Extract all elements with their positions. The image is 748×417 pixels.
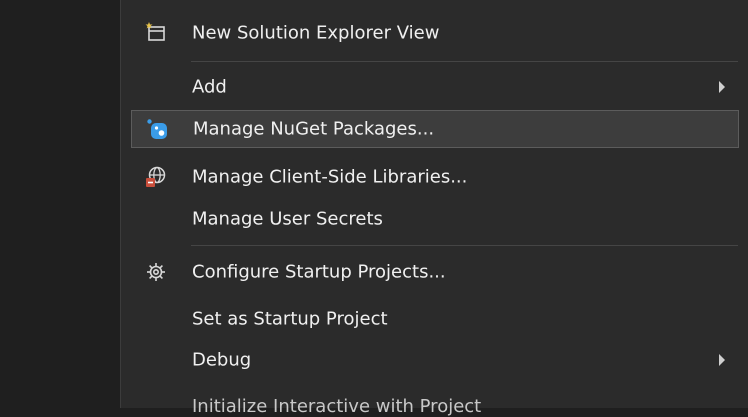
- gear-icon: [147, 263, 165, 281]
- client-libraries-icon: [146, 166, 166, 187]
- menu-item-label: Manage NuGet Packages...: [193, 118, 435, 140]
- menu-item-new-solution-explorer-view[interactable]: New Solution Explorer View: [131, 14, 739, 52]
- submenu-arrow-icon: [719, 354, 725, 366]
- menu-item-manage-user-secrets[interactable]: Manage User Secrets: [131, 200, 739, 238]
- menu-item-debug[interactable]: Debug: [131, 341, 739, 379]
- menu-item-partial[interactable]: Initialize Interactive with Project: [192, 396, 481, 417]
- menu-separator: [191, 245, 738, 246]
- menu-item-label: Configure Startup Projects...: [192, 261, 446, 283]
- menu-item-label: New Solution Explorer View: [192, 22, 440, 44]
- menu-separator: [191, 61, 738, 62]
- menu-item-label: Debug: [192, 349, 252, 371]
- menu-item-label: Manage Client-Side Libraries...: [192, 166, 468, 188]
- menu-item-set-as-startup-project[interactable]: Set as Startup Project: [131, 300, 739, 338]
- new-window-icon: [145, 22, 165, 41]
- menu-item-add[interactable]: Add: [131, 68, 739, 106]
- menu-item-manage-client-side-libraries[interactable]: Manage Client-Side Libraries...: [131, 158, 739, 196]
- context-menu: New Solution Explorer View Add Manage Nu…: [120, 0, 748, 417]
- menu-item-manage-nuget-packages[interactable]: Manage NuGet Packages...: [131, 110, 739, 148]
- menu-item-configure-startup-projects[interactable]: Configure Startup Projects...: [131, 253, 739, 291]
- menu-item-label: Set as Startup Project: [192, 308, 388, 330]
- menu-item-label: Add: [192, 76, 227, 98]
- menu-item-label: Manage User Secrets: [192, 208, 383, 230]
- submenu-arrow-icon: [719, 81, 725, 93]
- nuget-icon: [147, 119, 167, 139]
